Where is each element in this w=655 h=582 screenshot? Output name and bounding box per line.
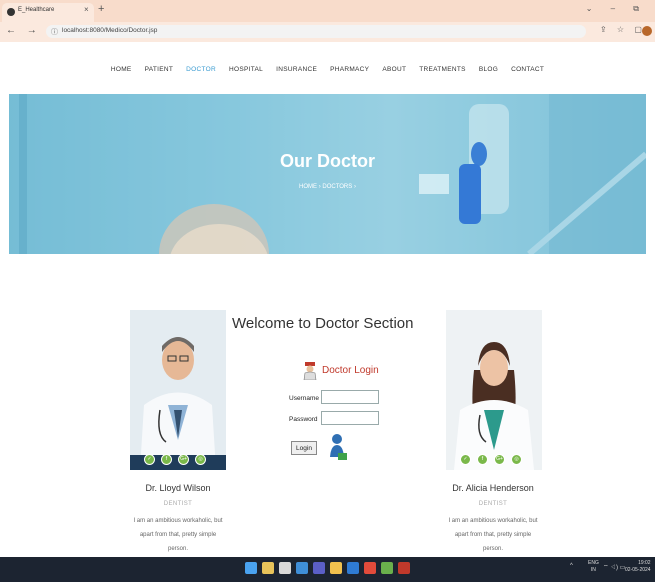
doctor-role: DENTIST (163, 501, 193, 507)
doctor-description: I am an ambitious workaholic, but apart … (118, 514, 238, 556)
address-toolbar: ← → C ⓘ localhost:8080/Medico/Doctor.jsp… (0, 22, 655, 42)
facebook-icon[interactable]: f (161, 454, 172, 465)
search-icon[interactable] (262, 562, 274, 574)
taskbar-apps (0, 562, 655, 574)
doctor-name: Dr. Lloyd Wilson (145, 483, 211, 493)
store-icon[interactable] (347, 562, 359, 574)
menu-item-doctor[interactable]: DOCTOR (186, 66, 216, 73)
menu-item-about[interactable]: ABOUT (382, 66, 406, 73)
desc-line: apart from that, pretty simple (454, 532, 532, 538)
instagram-icon[interactable]: ◎ (195, 454, 206, 465)
start-icon[interactable] (245, 562, 257, 574)
google-plus-icon[interactable]: G+ (494, 454, 505, 465)
wifi-volume-battery-icons[interactable]: ⌔ ◁) ▭ (603, 563, 625, 571)
site-info-icon[interactable]: ⓘ (51, 27, 58, 37)
menu-item-patient[interactable]: PATIENT (145, 66, 174, 73)
password-label: Password (289, 416, 318, 423)
menu-item-treatments[interactable]: TREATMENTS (419, 66, 466, 73)
login-button[interactable]: Login (291, 441, 317, 455)
doctor-name: Dr. Alicia Henderson (452, 483, 534, 493)
file-explorer-icon[interactable] (330, 562, 342, 574)
desc-line: person. (482, 546, 503, 552)
menu-item-insurance[interactable]: INSURANCE (276, 66, 317, 73)
new-tab-button[interactable]: + (98, 3, 104, 15)
social-links-lloyd: ✓ f G+ ◎ (144, 454, 206, 465)
toolbar-icons[interactable]: ⇪ ☆ ▢ (600, 25, 646, 34)
instagram-icon[interactable]: ◎ (511, 454, 522, 465)
menu-item-blog[interactable]: BLOG (479, 66, 498, 73)
welcome-heading: Welcome to Doctor Section (232, 315, 414, 332)
doctor-icon (303, 362, 317, 380)
password-input[interactable] (321, 411, 379, 425)
app-icon[interactable] (398, 562, 410, 574)
browser-tab-bar: E_Healthcare × + ⌄ – ⧉ (0, 0, 655, 22)
task-view-icon[interactable] (279, 562, 291, 574)
teams-icon[interactable] (313, 562, 325, 574)
main-menu: HOME PATIENT DOCTOR HOSPITAL INSURANCE P… (0, 66, 655, 73)
username-label: Username (289, 395, 319, 402)
clock-time: 19:02 (638, 560, 651, 566)
check-icon[interactable]: ✓ (460, 454, 471, 465)
tab-favicon-icon (7, 8, 15, 16)
login-title: Doctor Login (322, 365, 379, 376)
menu-item-home[interactable]: HOME (111, 66, 132, 73)
menu-item-pharmacy[interactable]: PHARMACY (330, 66, 369, 73)
username-input[interactable] (321, 390, 379, 404)
tab-title: E_Healthcare (18, 7, 55, 13)
window-controls[interactable]: ⌄ – ⧉ (586, 4, 647, 14)
google-plus-icon[interactable]: G+ (178, 454, 189, 465)
lang-code: ENG (588, 560, 599, 566)
doctor-role: DENTIST (478, 501, 508, 507)
os-taskbar: ^ ENG IN ⌔ ◁) ▭ 19:02 02-05-2024 (0, 557, 655, 582)
desc-line: I am an ambitious workaholic, but (133, 518, 223, 524)
login-user-icon (330, 434, 347, 460)
clock-date: 02-05-2024 (625, 567, 651, 573)
tray-overflow-icon[interactable]: ^ (570, 563, 573, 569)
desc-line: apart from that, pretty simple (139, 532, 217, 538)
menu-item-contact[interactable]: CONTACT (511, 66, 544, 73)
menu-item-hospital[interactable]: HOSPITAL (229, 66, 263, 73)
doctor-portrait-image (446, 310, 542, 470)
doctor-portrait-image (130, 310, 226, 470)
doctor-photo-alicia: ✓ f G+ ◎ (446, 310, 542, 470)
edge-icon[interactable] (296, 562, 308, 574)
desc-line: person. (167, 546, 188, 552)
url-text[interactable]: localhost:8080/Medico/Doctor.jsp (62, 27, 157, 34)
address-bar[interactable]: ⓘ localhost:8080/Medico/Doctor.jsp (46, 25, 586, 38)
facebook-icon[interactable]: f (477, 454, 488, 465)
check-icon[interactable]: ✓ (144, 454, 155, 465)
social-links-alicia: ✓ f G+ ◎ (460, 454, 522, 465)
browser-tab[interactable]: E_Healthcare × (2, 3, 94, 22)
doctor-description: I am an ambitious workaholic, but apart … (433, 514, 553, 556)
lang-region: IN (590, 567, 596, 573)
hero-background-image (9, 94, 646, 254)
breadcrumb[interactable]: HOME › DOCTORS › (9, 184, 646, 190)
chrome-icon[interactable] (364, 562, 376, 574)
profile-avatar-icon[interactable] (642, 26, 652, 36)
doctor-photo-lloyd: ✓ f G+ ◎ (130, 310, 226, 470)
desc-line: I am an ambitious workaholic, but (448, 518, 538, 524)
tab-close-icon[interactable]: × (84, 5, 89, 14)
hero-banner: Our Doctor HOME › DOCTORS › (9, 94, 646, 254)
eclipse-icon[interactable] (381, 562, 393, 574)
site-header: HOME PATIENT DOCTOR HOSPITAL INSURANCE P… (0, 42, 655, 94)
language-indicator[interactable]: ENG IN (588, 560, 599, 574)
taskbar-clock[interactable]: 19:02 02-05-2024 (625, 560, 651, 574)
page-title: Our Doctor (279, 151, 375, 171)
